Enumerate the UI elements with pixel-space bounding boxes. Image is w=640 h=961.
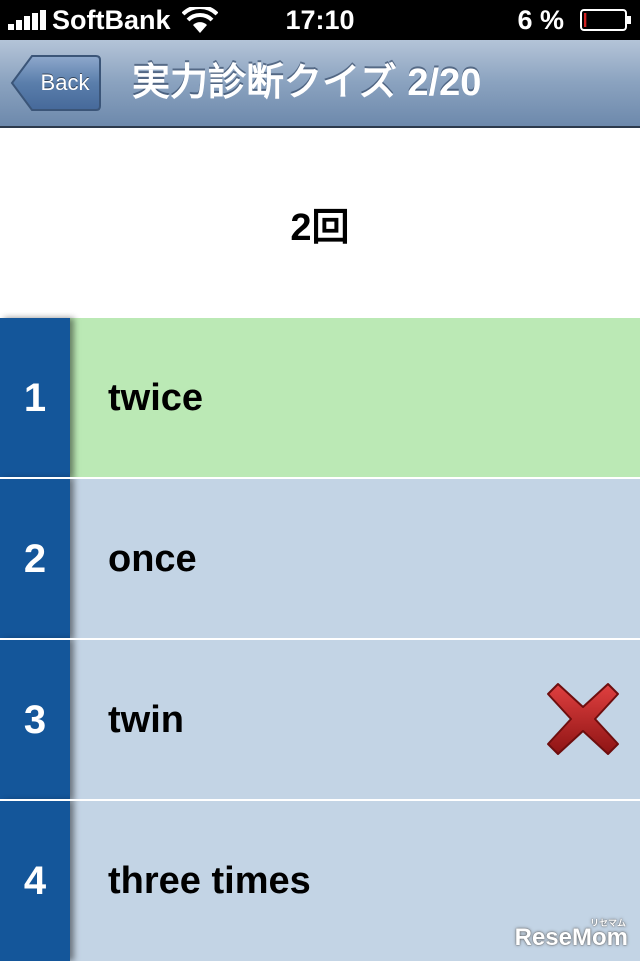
watermark-logo: ReseMom リセマム bbox=[515, 918, 628, 952]
wrong-x-icon bbox=[547, 683, 619, 755]
divider bbox=[0, 638, 640, 640]
answer-body: twice bbox=[70, 318, 640, 478]
answer-text: once bbox=[108, 537, 197, 580]
answer-number: 3 bbox=[23, 697, 47, 742]
answer-text: twin bbox=[108, 698, 184, 741]
answer-option-2[interactable]: 2 once bbox=[0, 479, 640, 639]
back-button-label: Back bbox=[40, 70, 90, 95]
page-title: 実力診断クイズ 2/20 bbox=[132, 62, 482, 104]
answer-option-1[interactable]: 1 twice bbox=[0, 318, 640, 478]
answer-body: twin bbox=[70, 640, 640, 800]
answer-number: 4 bbox=[23, 858, 47, 903]
answer-option-3[interactable]: 3 twin bbox=[0, 640, 640, 800]
divider bbox=[0, 799, 640, 801]
navigation-bar: Back 実力診断クイズ 2/20 bbox=[0, 40, 640, 128]
back-button[interactable]: Back bbox=[10, 54, 102, 112]
divider bbox=[0, 477, 640, 479]
question-text: 2回 bbox=[290, 206, 350, 249]
status-bar: SoftBank 17:10 6 % bbox=[0, 0, 640, 40]
watermark-subtext: リセマム bbox=[589, 918, 626, 928]
answer-number: 1 bbox=[23, 375, 47, 420]
answer-number: 2 bbox=[23, 536, 47, 581]
answer-text: three times bbox=[108, 859, 311, 902]
answer-body: once bbox=[70, 479, 640, 639]
battery-icon bbox=[580, 9, 631, 31]
answer-text: twice bbox=[108, 376, 204, 419]
battery-percentage: 6 % bbox=[517, 5, 564, 35]
